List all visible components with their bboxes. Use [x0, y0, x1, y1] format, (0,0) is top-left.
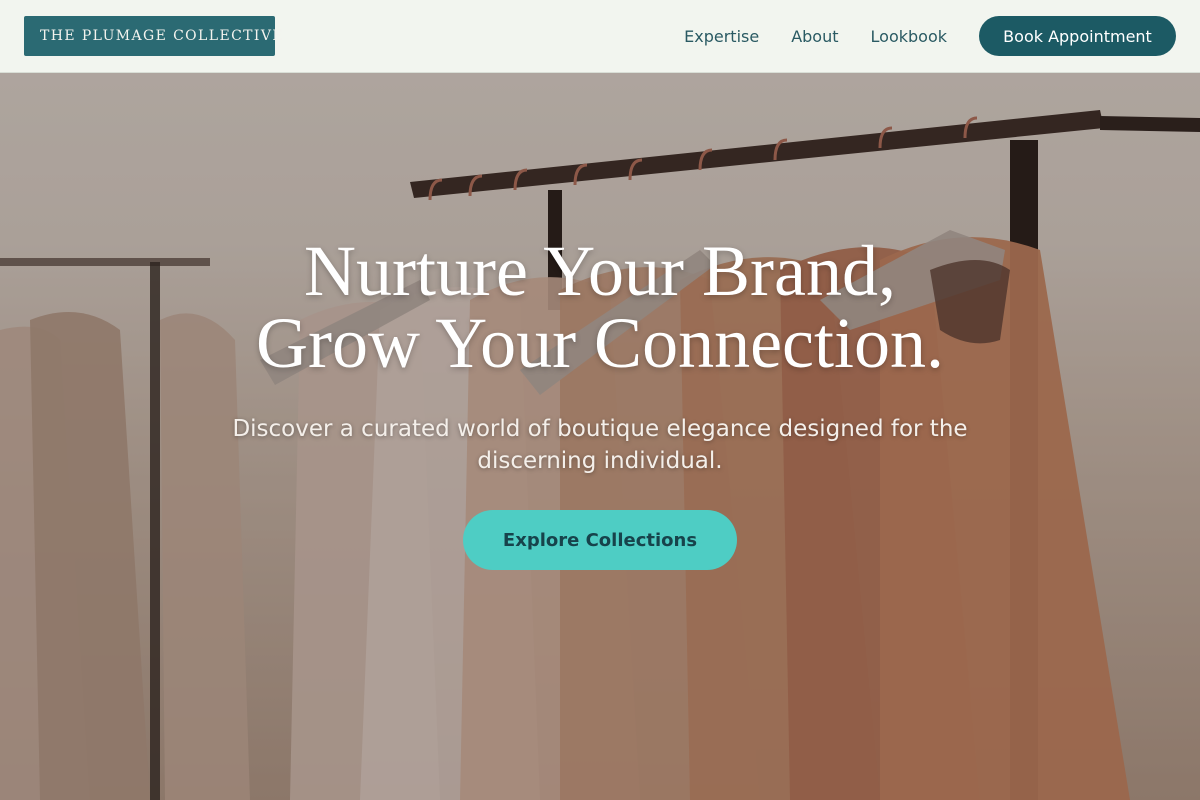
- hero-headline-line1: Nurture Your Brand,: [304, 231, 896, 311]
- hero-subheading: Discover a curated world of boutique ele…: [232, 416, 968, 474]
- explore-collections-button[interactable]: Explore Collections: [463, 510, 737, 570]
- book-appointment-button[interactable]: Book Appointment: [979, 16, 1176, 56]
- hero-content: Nurture Your Brand, Grow Your Connection…: [0, 235, 1200, 570]
- nav-link-expertise[interactable]: Expertise: [684, 27, 759, 46]
- main-nav: Expertise About Lookbook Book Appointmen…: [684, 16, 1176, 56]
- brand-logo[interactable]: THE PLUMAGE COLLECTIVE: [24, 16, 283, 56]
- nav-link-lookbook[interactable]: Lookbook: [871, 27, 947, 46]
- site-header: THE PLUMAGE COLLECTIVE Expertise About L…: [0, 0, 1200, 73]
- nav-link-about[interactable]: About: [791, 27, 838, 46]
- hero-headline-line2: Grow Your Connection.: [255, 303, 944, 383]
- hero-headline: Nurture Your Brand, Grow Your Connection…: [0, 235, 1200, 379]
